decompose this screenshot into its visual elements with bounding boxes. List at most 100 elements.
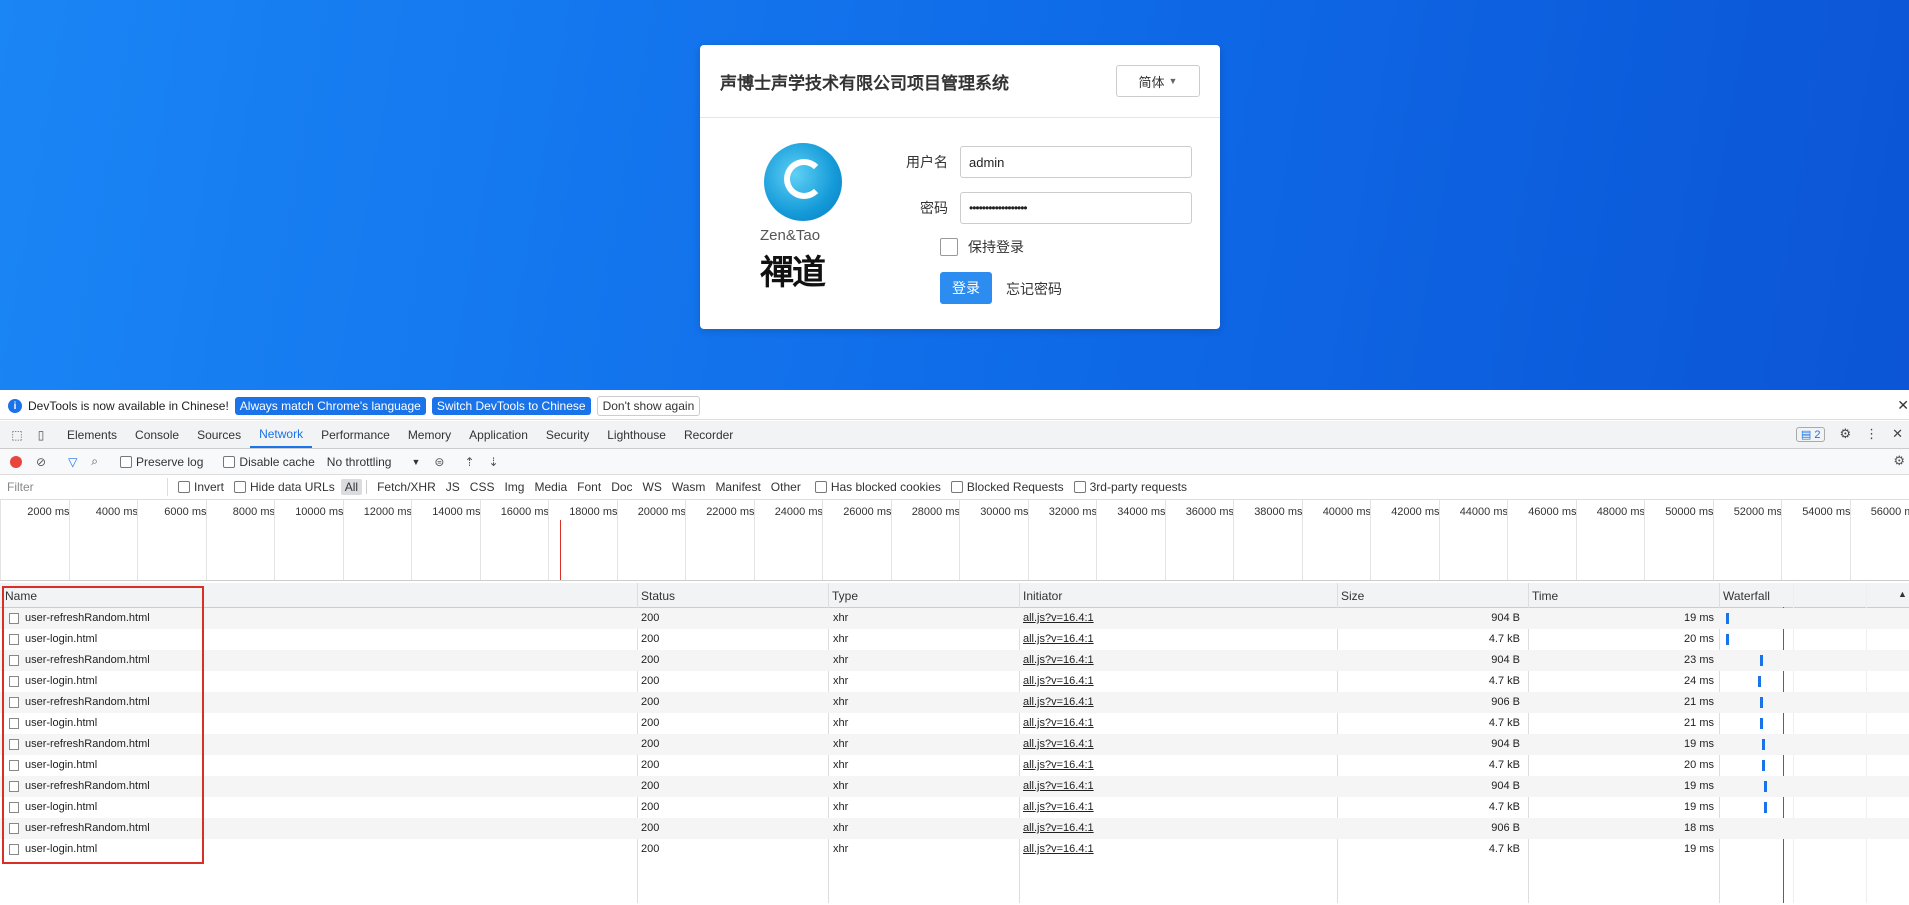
initiator-link[interactable]: all.js?v=16.4:1 [1023, 843, 1094, 855]
settings-gear-icon[interactable]: ⚙ [1839, 426, 1851, 442]
network-overview-timeline[interactable]: 2000 ms 4000 ms 6000 ms 8000 ms 10000 ms 1200… [0, 500, 1909, 581]
table-row[interactable]: user-login.html 200 xhr all.js?v=16.4:1 4.7 … [0, 755, 1909, 776]
table-row[interactable]: user-login.html 200 xhr all.js?v=16.4:1 4.7 … [0, 713, 1909, 734]
initiator-link[interactable]: all.js?v=16.4:1 [1023, 822, 1094, 834]
table-row[interactable]: user-login.html 200 xhr all.js?v=16.4:1 4.7 … [0, 629, 1909, 650]
waterfall-bar [1760, 718, 1763, 729]
tab-console[interactable]: Console [126, 421, 188, 448]
request-type: xhr [833, 612, 849, 624]
network-conditions-icon[interactable]: ⊜ [434, 455, 444, 469]
initiator-link[interactable]: all.js?v=16.4:1 [1023, 696, 1094, 708]
request-status: 200 [641, 801, 660, 813]
table-row[interactable]: user-refreshRandom.html 200 xhr all.js?v=16… [0, 608, 1909, 629]
initiator-link[interactable]: all.js?v=16.4:1 [1023, 675, 1094, 687]
tab-memory[interactable]: Memory [399, 421, 460, 448]
table-row[interactable]: user-refreshRandom.html 200 xhr all.js?v=16… [0, 818, 1909, 839]
filter-type-manifest[interactable]: Manifest [711, 479, 764, 495]
export-har-icon[interactable]: ⇣ [489, 455, 499, 469]
initiator-link[interactable]: all.js?v=16.4:1 [1023, 633, 1094, 645]
column-waterfall[interactable]: Waterfall [1723, 589, 1770, 603]
remember-checkbox[interactable] [940, 238, 958, 256]
tab-network[interactable]: Network [250, 421, 313, 448]
device-toolbar-icon[interactable]: ▯ [34, 428, 48, 442]
initiator-link[interactable]: all.js?v=16.4:1 [1023, 780, 1094, 792]
filter-type-img[interactable]: Img [500, 479, 528, 495]
filter-type-wasm[interactable]: Wasm [668, 479, 710, 495]
tab-performance[interactable]: Performance [312, 421, 399, 448]
tab-application[interactable]: Application [460, 421, 537, 448]
record-icon[interactable] [10, 455, 22, 468]
initiator-link[interactable]: all.js?v=16.4:1 [1023, 612, 1094, 624]
more-options-icon[interactable]: ⋮ [1865, 426, 1878, 442]
request-time: 20 ms [1684, 633, 1714, 645]
filter-type-other[interactable]: Other [767, 479, 805, 495]
always-match-language-button[interactable]: Always match Chrome's language [234, 397, 426, 415]
table-row[interactable]: user-refreshRandom.html 200 xhr all.js?v=16… [0, 692, 1909, 713]
tab-sources[interactable]: Sources [188, 421, 250, 448]
request-type: xhr [833, 822, 849, 834]
clear-icon[interactable]: ⊘ [36, 455, 46, 469]
initiator-link[interactable]: all.js?v=16.4:1 [1023, 717, 1094, 729]
request-type: xhr [833, 696, 849, 708]
filter-type-ws[interactable]: WS [639, 479, 666, 495]
dont-show-again-button[interactable]: Don't show again [596, 396, 701, 416]
timeline-tick: 56000 ms [1849, 500, 1909, 580]
throttling-select[interactable]: No throttling ▼ [327, 455, 421, 469]
filter-type-all[interactable]: All [340, 479, 363, 495]
table-row[interactable]: user-refreshRandom.html 200 xhr all.js?v=16… [0, 776, 1909, 797]
invert-checkbox[interactable]: Invert [178, 480, 224, 494]
initiator-link[interactable]: all.js?v=16.4:1 [1023, 654, 1094, 666]
switch-to-chinese-button[interactable]: Switch DevTools to Chinese [431, 397, 591, 415]
tab-recorder[interactable]: Recorder [675, 421, 742, 448]
import-har-icon[interactable]: ⇡ [464, 455, 474, 469]
close-devtools-icon[interactable]: ✕ [1892, 426, 1903, 442]
filter-icon[interactable]: ▽ [68, 455, 77, 469]
username-input[interactable]: admin [960, 146, 1192, 178]
initiator-link[interactable]: all.js?v=16.4:1 [1023, 738, 1094, 750]
hide-data-urls-checkbox[interactable]: Hide data URLs [234, 480, 335, 494]
language-dropdown[interactable]: 简体 ▼ [1116, 65, 1200, 97]
table-row[interactable]: user-login.html 200 xhr all.js?v=16.4:1 4.7 … [0, 839, 1909, 860]
remember-login[interactable]: 保持登录 [940, 237, 1024, 257]
column-initiator[interactable]: Initiator [1023, 589, 1062, 603]
disable-cache-checkbox[interactable]: Disable cache [223, 455, 315, 469]
timeline-tick: 32000 ms [1027, 500, 1097, 580]
filter-type-media[interactable]: Media [530, 479, 571, 495]
forgot-password-link[interactable]: 忘记密码 [1006, 279, 1062, 299]
column-time[interactable]: Time [1532, 589, 1558, 603]
initiator-link[interactable]: all.js?v=16.4:1 [1023, 801, 1094, 813]
table-row[interactable]: user-login.html 200 xhr all.js?v=16.4:1 4.7 … [0, 671, 1909, 692]
filter-type-font[interactable]: Font [573, 479, 605, 495]
initiator-link[interactable]: all.js?v=16.4:1 [1023, 759, 1094, 771]
tab-elements[interactable]: Elements [58, 421, 126, 448]
filter-type-js[interactable]: JS [442, 479, 464, 495]
filter-type-doc[interactable]: Doc [607, 479, 636, 495]
request-type: xhr [833, 675, 849, 687]
network-settings-icon[interactable]: ⚙ [1893, 453, 1905, 469]
preserve-log-checkbox[interactable]: Preserve log [120, 455, 203, 469]
search-icon[interactable]: ⌕ [91, 454, 98, 469]
inspect-element-icon[interactable]: ⬚ [10, 428, 24, 442]
devtools-actions: ▤ 2 ⚙ ⋮ ✕ [1795, 426, 1903, 442]
blocked-requests-checkbox[interactable]: Blocked Requests [950, 480, 1064, 494]
table-row[interactable]: user-login.html 200 xhr all.js?v=16.4:1 4.7 … [0, 797, 1909, 818]
table-row[interactable]: user-refreshRandom.html 200 xhr all.js?v=16… [0, 734, 1909, 755]
filter-type-fetch-xhr[interactable]: Fetch/XHR [373, 479, 440, 495]
sort-up-icon[interactable]: ▲ [1898, 589, 1907, 599]
close-icon[interactable]: ✕ [1897, 397, 1909, 414]
column-type[interactable]: Type [832, 589, 858, 603]
table-row[interactable]: user-refreshRandom.html 200 xhr all.js?v=16… [0, 650, 1909, 671]
timeline-tick: 34000 ms [1096, 500, 1166, 580]
column-size[interactable]: Size [1341, 589, 1364, 603]
filter-type-css[interactable]: CSS [466, 479, 499, 495]
password-input[interactable]: •••••••••••••••••• [960, 192, 1192, 224]
has-blocked-cookies-checkbox[interactable]: Has blocked cookies [814, 480, 941, 494]
column-status[interactable]: Status [641, 589, 675, 603]
filter-input[interactable]: Filter [4, 478, 168, 496]
login-button[interactable]: 登录 [940, 272, 992, 304]
tab-lighthouse[interactable]: Lighthouse [598, 421, 675, 448]
third-party-requests-checkbox[interactable]: 3rd-party requests [1073, 480, 1187, 494]
issues-badge[interactable]: ▤ 2 [1795, 426, 1826, 442]
tab-security[interactable]: Security [537, 421, 598, 448]
timeline-tick: 50000 ms [1644, 500, 1714, 580]
